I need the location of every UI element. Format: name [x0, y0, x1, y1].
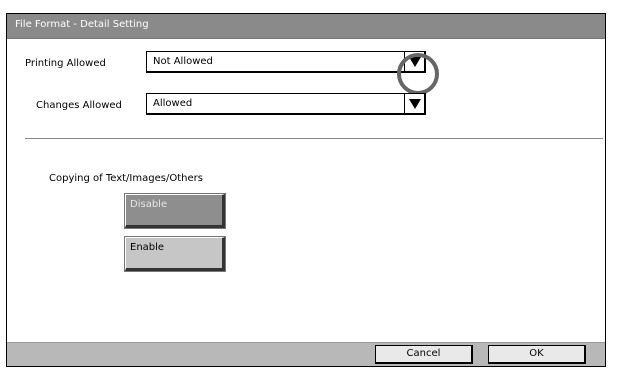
footer-bar: Cancel OK [7, 342, 605, 366]
ok-button[interactable]: OK [488, 345, 586, 364]
enable-button-label: Enable [130, 242, 165, 253]
chevron-down-icon[interactable] [404, 94, 424, 113]
highlight-circle [397, 53, 439, 95]
printing-allowed-value: Not Allowed [153, 56, 213, 67]
cancel-button[interactable]: Cancel [375, 345, 473, 364]
section-divider [25, 138, 603, 139]
detail-setting-dialog: File Format - Detail Setting Printing Al… [6, 13, 606, 367]
enable-button[interactable]: Enable [124, 236, 226, 272]
title-bar: File Format - Detail Setting [7, 14, 605, 39]
dialog-title: File Format - Detail Setting [15, 19, 149, 30]
changes-allowed-value: Allowed [153, 98, 193, 109]
disable-button[interactable]: Disable [124, 193, 226, 229]
disable-button-label: Disable [130, 199, 168, 210]
copying-label: Copying of Text/Images/Others [49, 173, 203, 184]
printing-allowed-select[interactable]: Not Allowed [146, 51, 426, 73]
printing-allowed-label: Printing Allowed [25, 58, 106, 69]
changes-allowed-select[interactable]: Allowed [146, 93, 426, 115]
changes-allowed-label: Changes Allowed [36, 100, 122, 111]
